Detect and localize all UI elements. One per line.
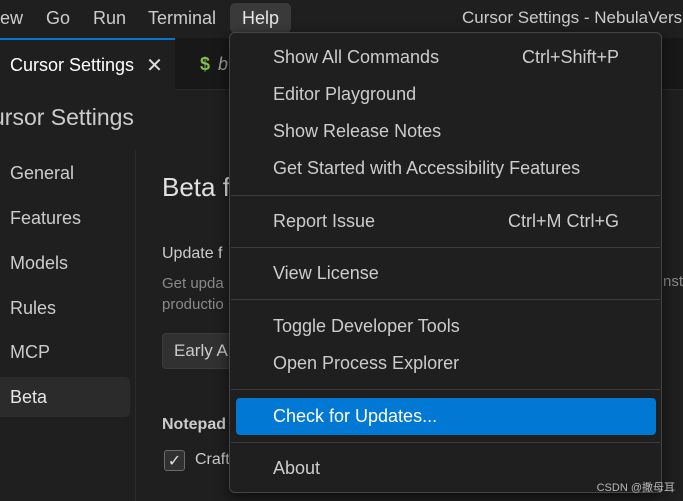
settings-sidebar: General Features Models Rules MCP Beta xyxy=(0,150,136,501)
menu-item-label: Open Process Explorer xyxy=(273,353,460,373)
update-description-line2: productio xyxy=(162,296,224,313)
section-heading: Beta f xyxy=(162,172,230,202)
sidebar-item-features[interactable]: Features xyxy=(0,198,130,238)
menu-run[interactable]: Run xyxy=(83,3,136,33)
update-description-tail: nst xyxy=(663,273,683,290)
menu-item-toggle-dev-tools[interactable]: Toggle Developer Tools xyxy=(236,308,656,345)
menu-item-accessibility[interactable]: Get Started with Accessibility Features xyxy=(236,150,656,187)
checkmark-icon: ✓ xyxy=(167,452,182,470)
menu-item-label: Show All Commands xyxy=(273,47,440,67)
page-title: ursor Settings xyxy=(0,104,134,130)
menu-item-label: Toggle Developer Tools xyxy=(273,316,460,336)
help-menu-dropdown: Show All Commands Ctrl+Shift+P Editor Pl… xyxy=(229,32,662,493)
menu-item-editor-playground[interactable]: Editor Playground xyxy=(236,76,656,113)
menu-go[interactable]: Go xyxy=(36,3,80,33)
menu-item-label: Editor Playground xyxy=(273,84,417,104)
tab-cursor-settings[interactable]: Cursor Settings ✕ xyxy=(0,38,175,90)
notepad-label: Notepad xyxy=(162,416,226,433)
sidebar-item-rules[interactable]: Rules xyxy=(0,288,130,328)
terminal-dollar-icon: $ xyxy=(200,53,211,74)
tab-terminal[interactable]: $ b xyxy=(176,38,236,90)
menu-item-shortcut: Ctrl+Shift+P xyxy=(521,47,619,67)
menu-separator xyxy=(231,389,660,390)
menu-separator xyxy=(231,442,660,443)
update-frequency-label: Update f xyxy=(162,245,223,262)
menu-item-label: Get Started with Accessibility Features xyxy=(273,158,581,178)
tab-label: b xyxy=(218,53,229,74)
menu-item-show-release-notes[interactable]: Show Release Notes xyxy=(236,113,656,150)
menu-item-label: Check for Updates... xyxy=(273,406,438,426)
close-icon[interactable]: ✕ xyxy=(146,53,163,78)
window-title: Cursor Settings - NebulaVerse xyxy=(462,8,683,27)
menu-item-check-for-updates[interactable]: Check for Updates... xyxy=(236,398,656,435)
menu-separator xyxy=(231,247,660,248)
menu-item-label: View License xyxy=(273,263,379,283)
sidebar-item-beta[interactable]: Beta xyxy=(0,377,130,417)
menu-help[interactable]: Help xyxy=(230,3,291,33)
menu-item-shortcut: Ctrl+M Ctrl+G xyxy=(507,211,619,231)
menu-terminal[interactable]: Terminal xyxy=(138,3,226,33)
menu-item-about[interactable]: About xyxy=(236,450,656,487)
menu-item-view-license[interactable]: View License xyxy=(236,255,656,292)
sidebar-item-general[interactable]: General xyxy=(0,153,130,193)
sidebar-item-mcp[interactable]: MCP xyxy=(0,332,130,372)
menu-item-show-all-commands[interactable]: Show All Commands Ctrl+Shift+P xyxy=(236,39,656,76)
menu-item-report-issue[interactable]: Report Issue Ctrl+M Ctrl+G xyxy=(236,203,656,240)
menu-item-label: About xyxy=(273,458,321,478)
menu-item-label: Show Release Notes xyxy=(273,121,442,141)
sidebar-item-models[interactable]: Models xyxy=(0,243,130,283)
menu-separator xyxy=(231,195,660,196)
update-description: Get upda productio xyxy=(162,273,224,315)
menu-item-process-explorer[interactable]: Open Process Explorer xyxy=(236,345,656,382)
update-description-line1: Get upda xyxy=(162,275,224,292)
watermark: CSDN @撒母耳 xyxy=(596,482,675,494)
checkbox-label: Craft xyxy=(195,451,230,468)
menu-bar: ew Go Run Terminal Help Cursor Settings … xyxy=(0,0,683,36)
menu-separator xyxy=(231,299,660,300)
menu-item-label: Report Issue xyxy=(273,211,376,231)
tab-label: Cursor Settings xyxy=(10,54,135,75)
notepad-checkbox[interactable]: ✓ xyxy=(164,450,185,471)
menu-view[interactable]: ew xyxy=(0,3,33,33)
